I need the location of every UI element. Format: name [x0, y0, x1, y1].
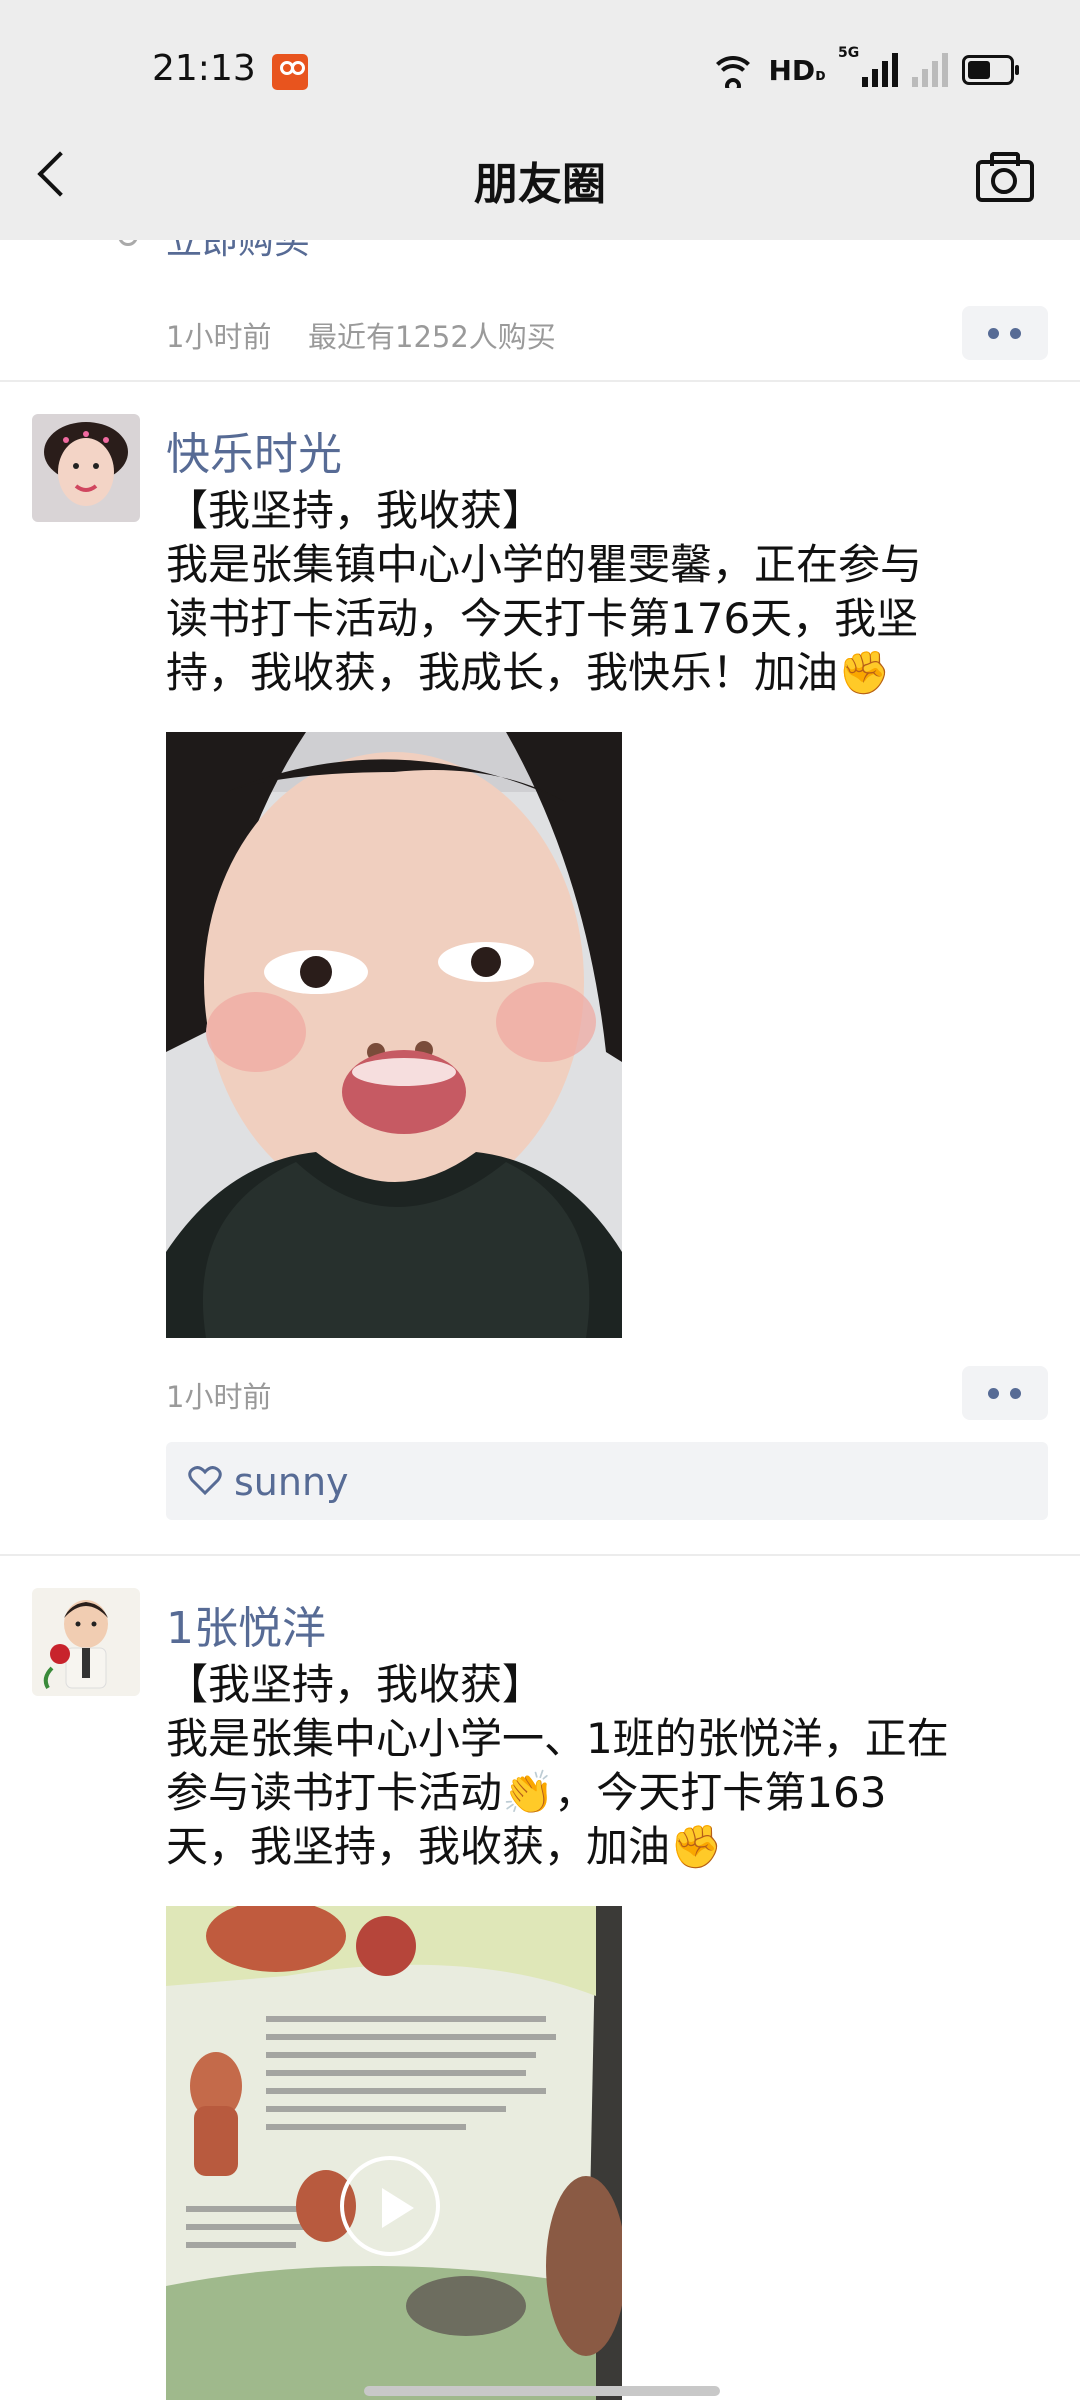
- post-author[interactable]: 1张悦洋: [166, 1592, 326, 1656]
- more-options-button[interactable]: [962, 1366, 1048, 1420]
- post-time: 1小时前: [166, 320, 272, 354]
- post-text-line: 【我坚持，我收获】: [166, 1660, 545, 1709]
- post-text: 【我坚持，我收获】 我是张集镇中心小学的瞿雯馨，正在参与 读书打卡活动，今天打卡…: [166, 484, 1046, 700]
- post-text-line: 天，我坚持，我收获，加油✊: [166, 1822, 723, 1871]
- avatar[interactable]: [32, 1588, 140, 1696]
- status-time: 21:13: [152, 48, 256, 89]
- post-photo[interactable]: [166, 732, 622, 1338]
- 5g-label: 5G: [838, 45, 860, 61]
- buy-now-link[interactable]: 立即购买: [117, 240, 310, 264]
- top-bar: 21:13 HDᴅ 5G 朋友圈: [0, 0, 1080, 240]
- post-text-line: 我是张集镇中心小学的瞿雯馨，正在参与: [166, 540, 923, 589]
- hd-icon: HDᴅ: [768, 53, 826, 87]
- likes-panel: sunny: [166, 1442, 1048, 1520]
- post-text-line: 读书打卡活动，今天打卡第176天，我坚: [166, 594, 919, 643]
- no-signal-icon: [912, 53, 948, 87]
- 5g-signal-icon: 5G: [838, 45, 898, 87]
- post-text-line: 我是张集中心小学一、1班的张悦洋，正在: [166, 1714, 949, 1763]
- post-text-line: 【我坚持，我收获】: [166, 486, 545, 535]
- play-icon[interactable]: [340, 2156, 440, 2256]
- more-options-button[interactable]: [962, 306, 1048, 360]
- moments-feed[interactable]: 立即购买 1小时前 最近有1252人购买 快乐时光 【我坚持，我收获】 我是张集…: [0, 240, 1080, 2400]
- avatar[interactable]: [32, 414, 140, 522]
- post-text-line: 参与读书打卡活动👏，今天打卡第163: [166, 1768, 887, 1817]
- camera-icon[interactable]: [976, 150, 1034, 202]
- post-video[interactable]: [166, 1906, 622, 2400]
- heart-icon: [188, 1466, 222, 1496]
- post-time: 1小时前: [166, 1380, 272, 1414]
- home-indicator[interactable]: [364, 2386, 720, 2396]
- status-icons: HDᴅ 5G: [712, 45, 1019, 92]
- battery-icon: [962, 55, 1019, 85]
- post-text-line: 持，我收获，我成长，我快乐！加油✊: [166, 648, 891, 697]
- divider: [0, 380, 1080, 382]
- page-title: 朋友圈: [474, 159, 606, 210]
- divider: [0, 1554, 1080, 1556]
- app-notification-icon: [272, 54, 308, 90]
- liker-name[interactable]: sunny: [234, 1460, 349, 1504]
- post-author[interactable]: 快乐时光: [166, 418, 342, 482]
- wifi-icon: [712, 52, 755, 88]
- post-text: 【我坚持，我收获】 我是张集中心小学一、1班的张悦洋，正在 参与读书打卡活动👏，…: [166, 1658, 1046, 1874]
- purchase-note: 最近有1252人购买: [308, 320, 556, 354]
